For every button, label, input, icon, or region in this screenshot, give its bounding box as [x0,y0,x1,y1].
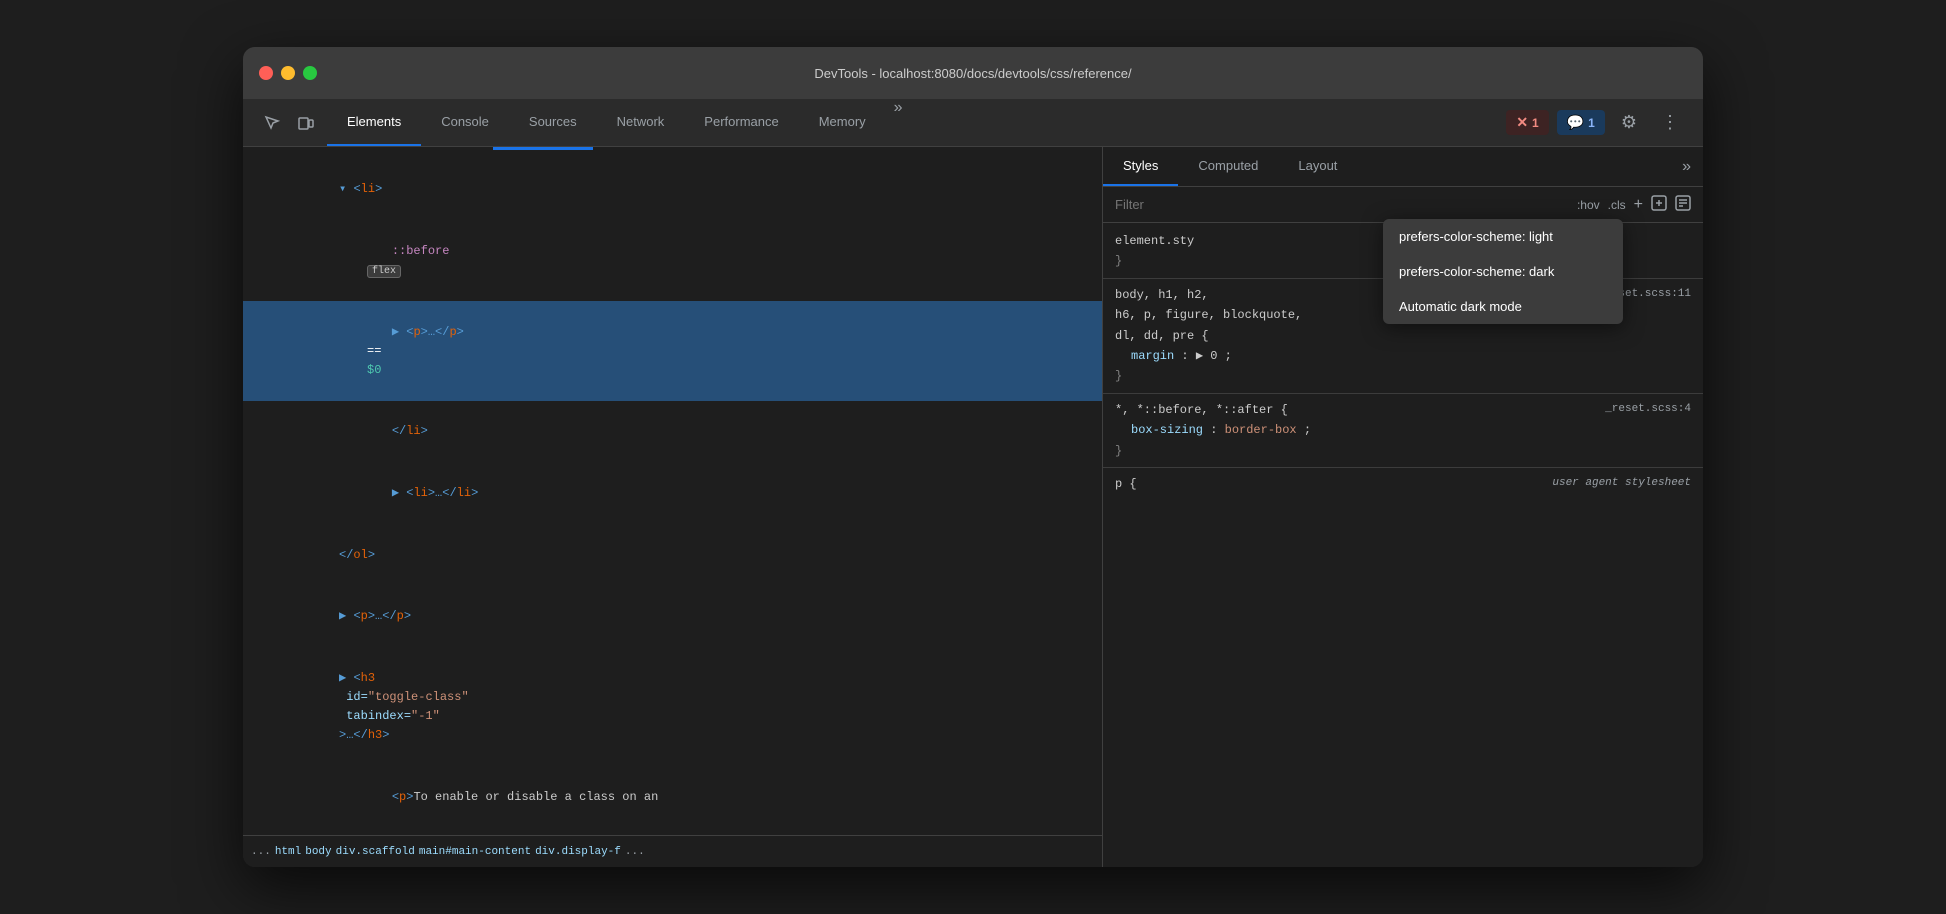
panel-top-indicator [243,147,1102,151]
tabbar-controls [251,99,327,146]
error-count: 1 [1532,116,1539,130]
inspect-button[interactable] [259,110,285,136]
tab-network[interactable]: Network [597,99,685,146]
tab-performance[interactable]: Performance [684,99,798,146]
dom-tree[interactable]: ▾ <li> ::before flex ▶ <p>…</p> == $0 </… [243,151,1102,835]
tree-node-close-ol[interactable]: </ol> [243,524,1102,586]
message-count: 1 [1588,116,1595,130]
error-badge-button[interactable]: ✕ 1 [1506,110,1548,135]
dropdown-item-light[interactable]: prefers-color-scheme: light [1383,219,1623,254]
tree-node-li[interactable]: ▾ <li> [243,159,1102,221]
styles-toggle-button[interactable] [1675,195,1691,214]
traffic-lights [259,66,317,80]
settings-button[interactable]: ⚙ [1613,108,1645,137]
tree-node-close-li[interactable]: </li> [243,401,1102,463]
tabbar-right-controls: ✕ 1 💬 1 ⚙ ⋮ [1498,99,1695,146]
message-badge-button[interactable]: 💬 1 [1557,110,1605,135]
tab-memory[interactable]: Memory [799,99,886,146]
more-tabs-button[interactable]: » [886,99,911,146]
styles-tab-computed[interactable]: Computed [1178,147,1278,186]
main-tabs: Elements Console Sources Network Perform… [327,99,911,146]
styles-tab-layout[interactable]: Layout [1278,147,1357,186]
message-icon: 💬 [1567,114,1584,131]
tab-elements[interactable]: Elements [327,99,421,146]
elements-panel: ▾ <li> ::before flex ▶ <p>…</p> == $0 </… [243,147,1103,867]
filter-input[interactable] [1115,197,1569,212]
breadcrumb-html[interactable]: html [275,846,301,858]
tree-node-p-selected[interactable]: ▶ <p>…</p> == $0 [243,301,1102,401]
main-tabbar: Elements Console Sources Network Perform… [243,99,1703,147]
device-toolbar-button[interactable] [293,110,319,136]
tree-node-p[interactable]: ▶ <p>…</p> [243,586,1102,648]
dropdown-item-auto[interactable]: Automatic dark mode [1383,289,1623,324]
breadcrumb-main[interactable]: main#main-content [419,846,531,858]
tree-node-h3-toggle[interactable]: ▶ <h3 id="toggle-class" tabindex="-1" >…… [243,648,1102,767]
breadcrumb-end-dots[interactable]: ... [625,846,645,858]
tree-node-p-text2[interactable]: element:</p> [243,828,1102,835]
tree-node-before[interactable]: ::before flex [243,221,1102,302]
styles-tab-styles[interactable]: Styles [1103,147,1178,186]
styles-more-tabs[interactable]: » [1670,147,1703,186]
hov-button[interactable]: :hov [1577,198,1600,212]
styles-inspect-button[interactable] [1651,195,1667,214]
close-button[interactable] [259,66,273,80]
breadcrumb-div-scaffold[interactable]: div.scaffold [336,846,415,858]
dropdown-item-dark[interactable]: prefers-color-scheme: dark [1383,254,1623,289]
maximize-button[interactable] [303,66,317,80]
filter-controls: :hov .cls + [1577,195,1691,214]
tab-sources[interactable]: Sources [509,99,597,146]
devtools-window: DevTools - localhost:8080/docs/devtools/… [243,47,1703,867]
tree-node-p-text[interactable]: <p>To enable or disable a class on an [243,767,1102,829]
breadcrumb-div-display[interactable]: div.display-f [535,846,621,858]
color-scheme-dropdown: prefers-color-scheme: light prefers-colo… [1383,219,1623,324]
flex-badge: flex [367,265,401,278]
styles-tabbar: Styles Computed Layout » [1103,147,1703,187]
error-icon: ✕ [1516,114,1528,131]
tree-node-li-inner[interactable]: ▶ <li>…</li> [243,463,1102,525]
cls-button[interactable]: .cls [1608,198,1626,212]
add-style-rule-button[interactable]: + [1634,196,1643,214]
filter-bar: :hov .cls + [1103,187,1703,223]
breadcrumb-bar: ... html body div.scaffold main#main-con… [243,835,1102,867]
window-title: DevTools - localhost:8080/docs/devtools/… [814,66,1131,81]
tab-console[interactable]: Console [421,99,509,146]
styles-panel: Styles Computed Layout » :hov .cls + [1103,147,1703,867]
more-options-button[interactable]: ⋮ [1653,108,1687,137]
universal-rule: _reset.scss:4 *, *::before, *::after { b… [1103,396,1703,465]
minimize-button[interactable] [281,66,295,80]
breadcrumb-start-dots[interactable]: ... [251,846,271,858]
p-rule: user agent stylesheet p { [1103,470,1703,498]
breadcrumb-body[interactable]: body [305,846,331,858]
titlebar: DevTools - localhost:8080/docs/devtools/… [243,47,1703,99]
main-content: ▾ <li> ::before flex ▶ <p>…</p> == $0 </… [243,147,1703,867]
